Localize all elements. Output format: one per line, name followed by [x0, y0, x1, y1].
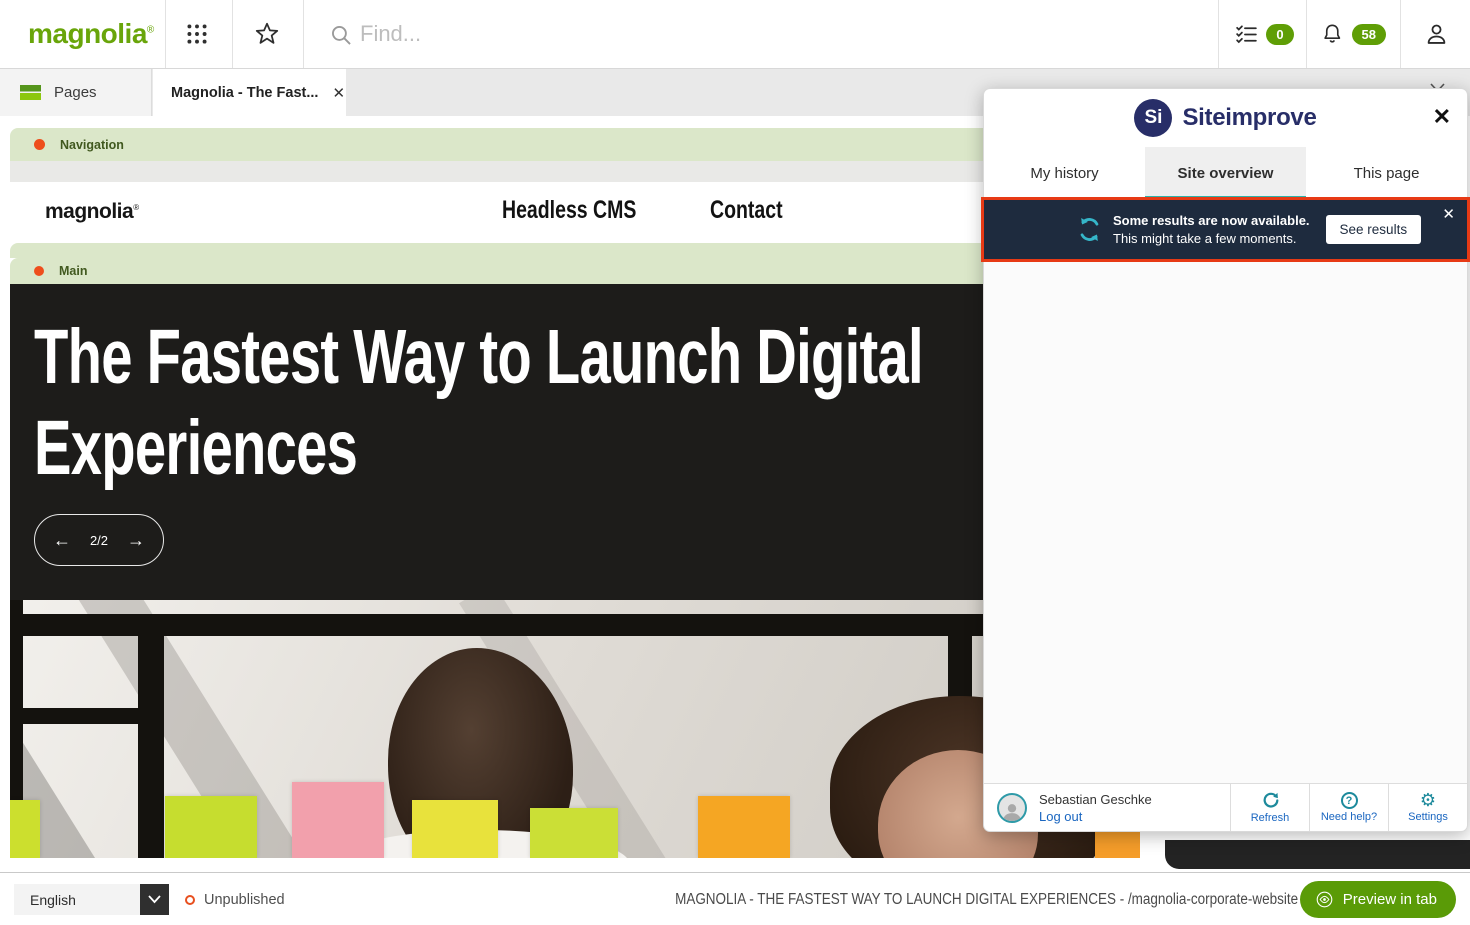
siteimprove-logo-icon: Si [1134, 99, 1172, 137]
notification-text: Some results are now available. This mig… [1113, 212, 1310, 247]
logout-link[interactable]: Log out [1039, 809, 1152, 824]
language-dropdown-button[interactable] [140, 884, 169, 915]
divider [1306, 0, 1307, 68]
carousel-prev-icon[interactable]: ← [53, 530, 71, 551]
dismiss-notification-icon[interactable]: ✕ [1442, 205, 1455, 223]
status-bar: English Unpublished MAGNOLIA - THE FASTE… [0, 872, 1470, 925]
tab-this-page[interactable]: This page [1306, 147, 1467, 199]
settings-label: Settings [1408, 811, 1448, 823]
hero-title: The Fastest Way to Launch Digital Experi… [34, 312, 1129, 494]
preview-in-tab-button[interactable]: Preview in tab [1300, 881, 1456, 918]
avatar-person-icon [1001, 801, 1023, 821]
search-icon [327, 21, 355, 49]
sticky-note [698, 796, 790, 858]
site-nav: Headless CMS Contact [502, 196, 803, 225]
app-bar: magnolia® 0 [0, 0, 1470, 69]
settings-button[interactable]: ⚙ Settings [1388, 784, 1467, 831]
site-footer-banner [1165, 840, 1470, 869]
refresh-button[interactable]: Refresh [1230, 784, 1309, 831]
siteimprove-tabs: My history Site overview This page [984, 147, 1467, 200]
person-icon [1423, 21, 1450, 48]
carousel-position: 2/2 [90, 533, 108, 548]
preview-button-label: Preview in tab [1343, 891, 1437, 908]
tab-site-overview[interactable]: Site overview [1145, 147, 1306, 199]
tasks-icon [1234, 22, 1259, 47]
hero-image [10, 600, 1140, 858]
language-select[interactable]: English [14, 884, 140, 915]
publication-status: Unpublished [185, 884, 285, 915]
tasks-badge: 0 [1266, 24, 1293, 45]
page-path: MAGNOLIA - THE FASTEST WAY TO LAUNCH DIG… [675, 891, 1298, 909]
refresh-icon [1261, 791, 1280, 810]
results-notification-bar: Some results are now available. This mig… [984, 200, 1467, 259]
favorites-button[interactable] [253, 20, 281, 48]
user-name: Sebastian Geschke [1039, 792, 1152, 807]
window-frame [10, 708, 160, 724]
tab-magnolia-page[interactable]: Magnolia - The Fast... ✕ [153, 69, 346, 116]
magnolia-logo[interactable]: magnolia® [28, 18, 154, 50]
grid-icon [184, 21, 210, 47]
search-input[interactable] [360, 16, 960, 52]
divider [303, 0, 304, 68]
area-marker-dot [34, 139, 45, 150]
carousel-control: ← 2/2 → [34, 514, 164, 566]
sticky-note [530, 808, 618, 858]
help-icon: ? [1341, 792, 1358, 809]
area-marker-dot [34, 266, 44, 276]
profile-button[interactable] [1412, 0, 1460, 68]
siteimprove-footer: Sebastian Geschke Log out Refresh ? Need… [984, 783, 1467, 831]
tab-my-history[interactable]: My history [984, 147, 1145, 199]
bell-icon [1320, 22, 1345, 47]
help-label: Need help? [1321, 811, 1377, 823]
user-info: Sebastian Geschke Log out [984, 784, 1230, 831]
pages-icon [20, 85, 41, 100]
unpublished-status-icon [185, 895, 195, 905]
refresh-label: Refresh [1251, 812, 1290, 824]
sticky-note [10, 800, 40, 858]
tab-label: Magnolia - The Fast... [171, 85, 318, 101]
area-label: Navigation [60, 138, 124, 152]
close-panel-icon[interactable]: ✕ [1433, 104, 1451, 130]
tasks-button[interactable]: 0 [1233, 0, 1295, 68]
nav-link-headless-cms[interactable]: Headless CMS [502, 196, 636, 225]
site-logo[interactable]: magnolia® [45, 200, 139, 224]
sticky-note [292, 782, 384, 858]
siteimprove-brand-name: Siteimprove [1182, 104, 1316, 132]
carousel-next-icon[interactable]: → [127, 530, 145, 551]
chevron-down-icon [147, 894, 162, 905]
publication-status-label: Unpublished [204, 892, 285, 908]
preview-eye-icon [1315, 890, 1334, 909]
divider [165, 0, 166, 68]
divider [1218, 0, 1219, 68]
sync-icon [1076, 216, 1103, 243]
nav-link-contact[interactable]: Contact [710, 196, 783, 225]
divider [1400, 0, 1401, 68]
app-launcher-icon[interactable] [183, 20, 211, 48]
gear-icon: ⚙ [1420, 792, 1436, 809]
sticky-note [165, 796, 257, 858]
siteimprove-header: Si Siteimprove ✕ [984, 89, 1467, 147]
star-icon [253, 20, 281, 48]
siteimprove-panel-body [984, 259, 1467, 783]
tab-pages[interactable]: Pages [0, 69, 152, 116]
siteimprove-panel: Si Siteimprove ✕ My history Site overvie… [983, 88, 1468, 832]
close-tab-icon[interactable]: ✕ [332, 84, 345, 102]
area-label: Main [59, 264, 87, 278]
see-results-button[interactable]: See results [1326, 215, 1422, 244]
avatar [997, 793, 1027, 823]
notifications-button[interactable]: 58 [1320, 0, 1386, 68]
notifications-badge: 58 [1352, 24, 1386, 45]
divider [232, 0, 233, 68]
sticky-note [412, 800, 498, 858]
tab-label: Pages [54, 84, 97, 101]
need-help-button[interactable]: ? Need help? [1309, 784, 1388, 831]
window-frame [138, 614, 164, 858]
